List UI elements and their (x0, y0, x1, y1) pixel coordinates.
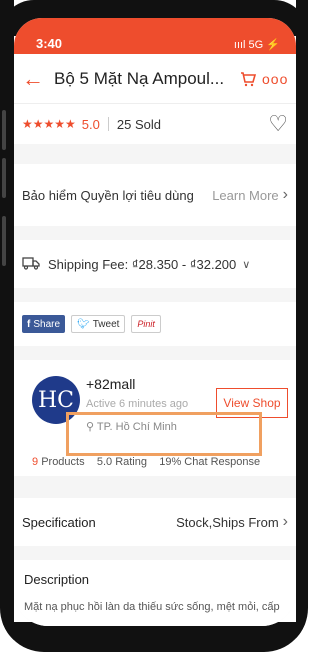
sold-count: 25 Sold (116, 116, 161, 132)
specification-row[interactable]: Specification Stock,Ships From › (14, 498, 296, 546)
specification-value: Stock,Ships From (176, 514, 279, 530)
page-title: Bộ 5 Mặt Nạ Ampoul... (54, 68, 225, 88)
rating-value: 5.0 (81, 116, 100, 132)
phone-right-bezel (296, 0, 308, 652)
back-arrow-icon[interactable]: ← (22, 66, 48, 92)
status-time: 3:40 (36, 36, 63, 51)
phone-left-bezel (0, 0, 14, 652)
facebook-icon: f (27, 318, 31, 330)
chevron-right-icon: › (282, 186, 288, 203)
twitter-tweet-button[interactable]: 🐦︎ Tweet (71, 315, 126, 333)
phone-side-button (2, 110, 6, 150)
divider (107, 117, 109, 131)
twitter-icon: 🐦︎ (77, 318, 90, 330)
heart-icon[interactable]: ♡ (268, 111, 288, 137)
rating-row: ★★★★★ 5.0 25 Sold ♡ (14, 104, 296, 144)
shop-active-status: Active 6 minutes ago (86, 398, 189, 410)
chat-response: 19% Chat Response (159, 456, 261, 468)
description-section: Description Mặt nạ phục hồi làn da thiếu… (14, 560, 296, 626)
products-label: Products (41, 456, 85, 468)
shop-card: HC +82mall Active 6 minutes ago ⚲ TP. Hồ… (14, 360, 296, 476)
cart-icon[interactable] (234, 70, 262, 88)
products-count: 9 (32, 456, 39, 468)
shop-rating: 5.0 Rating (96, 456, 147, 468)
app-screen: 3:40 ıııl 5G ⚡ ← Bộ 5 Mặt Nạ Ampoul... o… (14, 18, 296, 626)
phone-bottom-bezel (0, 622, 308, 652)
phone-side-button (2, 216, 6, 266)
more-icon[interactable]: ooo (262, 71, 288, 87)
description-text: Mặt nạ phục hồi làn da thiếu sức sống, m… (24, 601, 280, 613)
chevron-right-icon: › (282, 513, 288, 530)
chevron-down-icon[interactable]: ∨ (242, 258, 250, 271)
pinterest-button[interactable]: Pinit (131, 315, 161, 333)
learn-more-link[interactable]: Learn More (212, 188, 278, 203)
phone-side-button (2, 158, 6, 198)
shop-name[interactable]: +82mall (86, 376, 135, 392)
share-row: f Share 🐦︎ Tweet Pinit (14, 302, 296, 346)
insurance-label: Bảo hiểm Quyền lợi tiêu dùng (22, 187, 194, 203)
phone-frame: 3:40 ıııl 5G ⚡ ← Bộ 5 Mặt Nạ Ampoul... o… (0, 0, 308, 652)
specification-label: Specification (22, 514, 96, 530)
star-rating-icon: ★★★★★ (22, 117, 76, 131)
status-bar: 3:40 ıııl 5G ⚡ (14, 18, 296, 54)
facebook-share-button[interactable]: f Share (22, 315, 66, 333)
insurance-row[interactable]: Bảo hiểm Quyền lợi tiêu dùng Learn More … (14, 164, 296, 226)
highlight-box (66, 412, 262, 456)
shop-stats: 9 Products 5.0 Rating 19% Chat Response (32, 456, 260, 468)
twitter-tweet-label: Tweet (92, 318, 120, 330)
signal-indicator: ıııl 5G ⚡ (233, 39, 280, 51)
facebook-share-label: Share (33, 318, 61, 330)
description-title: Description (24, 572, 90, 587)
product-header: ← Bộ 5 Mặt Nạ Ampoul... ooo (14, 54, 296, 104)
shipping-fee: Shipping Fee: ₫28.350 - ₫32.200 (48, 256, 237, 272)
shipping-row[interactable]: Shipping Fee: ₫28.350 - ₫32.200 ∨ (14, 240, 296, 288)
truck-icon (22, 256, 40, 273)
